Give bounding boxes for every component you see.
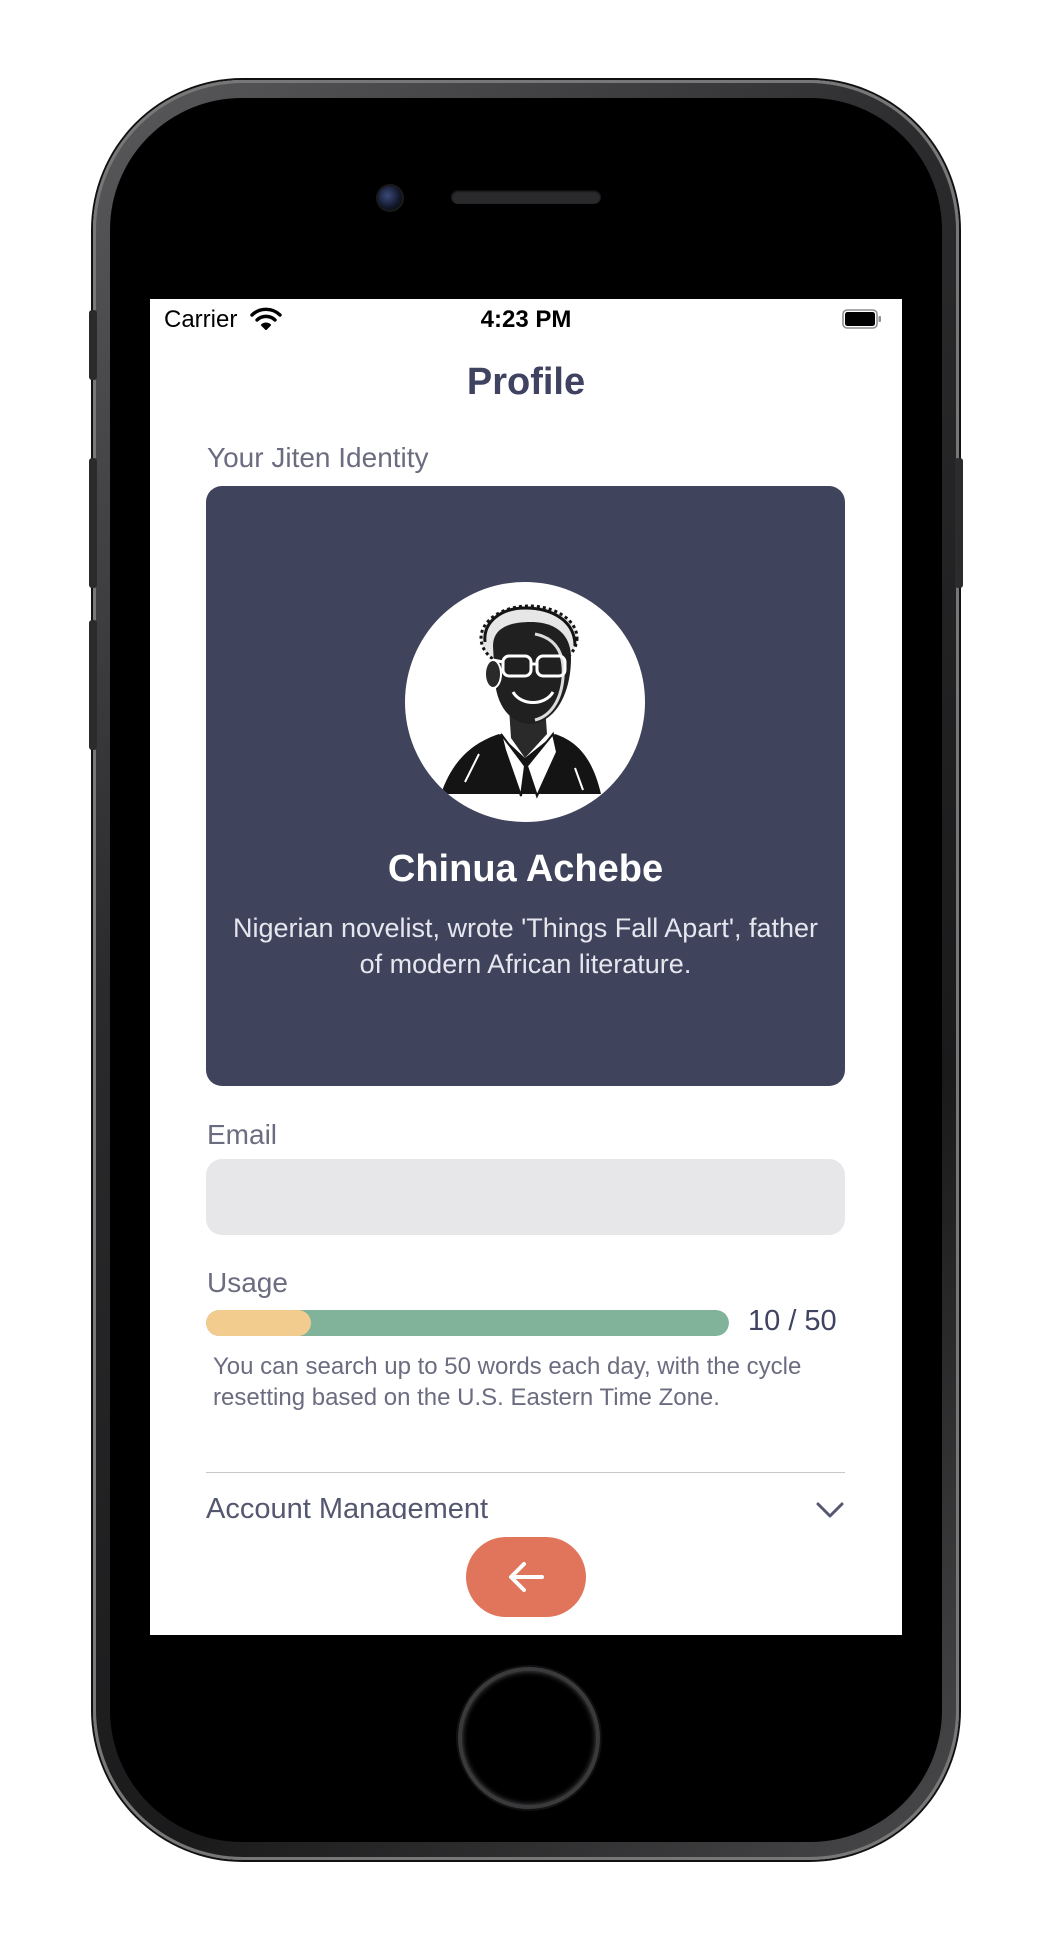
- identity-section-label: Your Jiten Identity: [207, 442, 429, 473]
- email-label: Email: [207, 1119, 278, 1150]
- status-time: 4:23 PM: [480, 306, 572, 333]
- identity-card: Chinua Achebe Nigerian novelist, wrote '…: [206, 486, 845, 1086]
- usage-used-fill: [206, 1310, 311, 1336]
- account-management-row[interactable]: Account Management: [206, 1489, 845, 1519]
- status-bar: Carrier 4:23 PM: [150, 299, 902, 343]
- power-button: [955, 458, 963, 588]
- usage-note: You can search up to 50 words each day, …: [213, 1353, 802, 1411]
- avatar: [405, 582, 645, 822]
- speaker-grille: [451, 190, 601, 204]
- page-title: Profile: [466, 361, 586, 403]
- silent-switch: [89, 310, 97, 380]
- identity-description: Nigerian novelist, wrote 'Things Fall Ap…: [232, 913, 819, 979]
- identity-name: Chinua Achebe: [387, 848, 664, 890]
- chevron-down-icon: [816, 1502, 844, 1518]
- camera-icon: [378, 186, 402, 210]
- portrait-illustration: [441, 604, 601, 799]
- home-button[interactable]: [458, 1667, 600, 1809]
- email-field[interactable]: [206, 1159, 845, 1235]
- arrow-left-icon: [509, 1562, 544, 1592]
- account-management-label: Account Management: [206, 1493, 489, 1519]
- usage-label: Usage: [207, 1267, 288, 1298]
- usage-count: 10 / 50: [748, 1305, 837, 1337]
- battery-icon: [842, 309, 881, 329]
- app-screen: Carrier 4:23 PM Profile Your Jiten Ident…: [150, 299, 902, 1635]
- volume-up-button: [89, 458, 97, 588]
- usage-progress-bar: [206, 1310, 729, 1336]
- volume-down-button: [89, 620, 97, 750]
- divider: [206, 1472, 845, 1473]
- back-button[interactable]: [466, 1537, 586, 1617]
